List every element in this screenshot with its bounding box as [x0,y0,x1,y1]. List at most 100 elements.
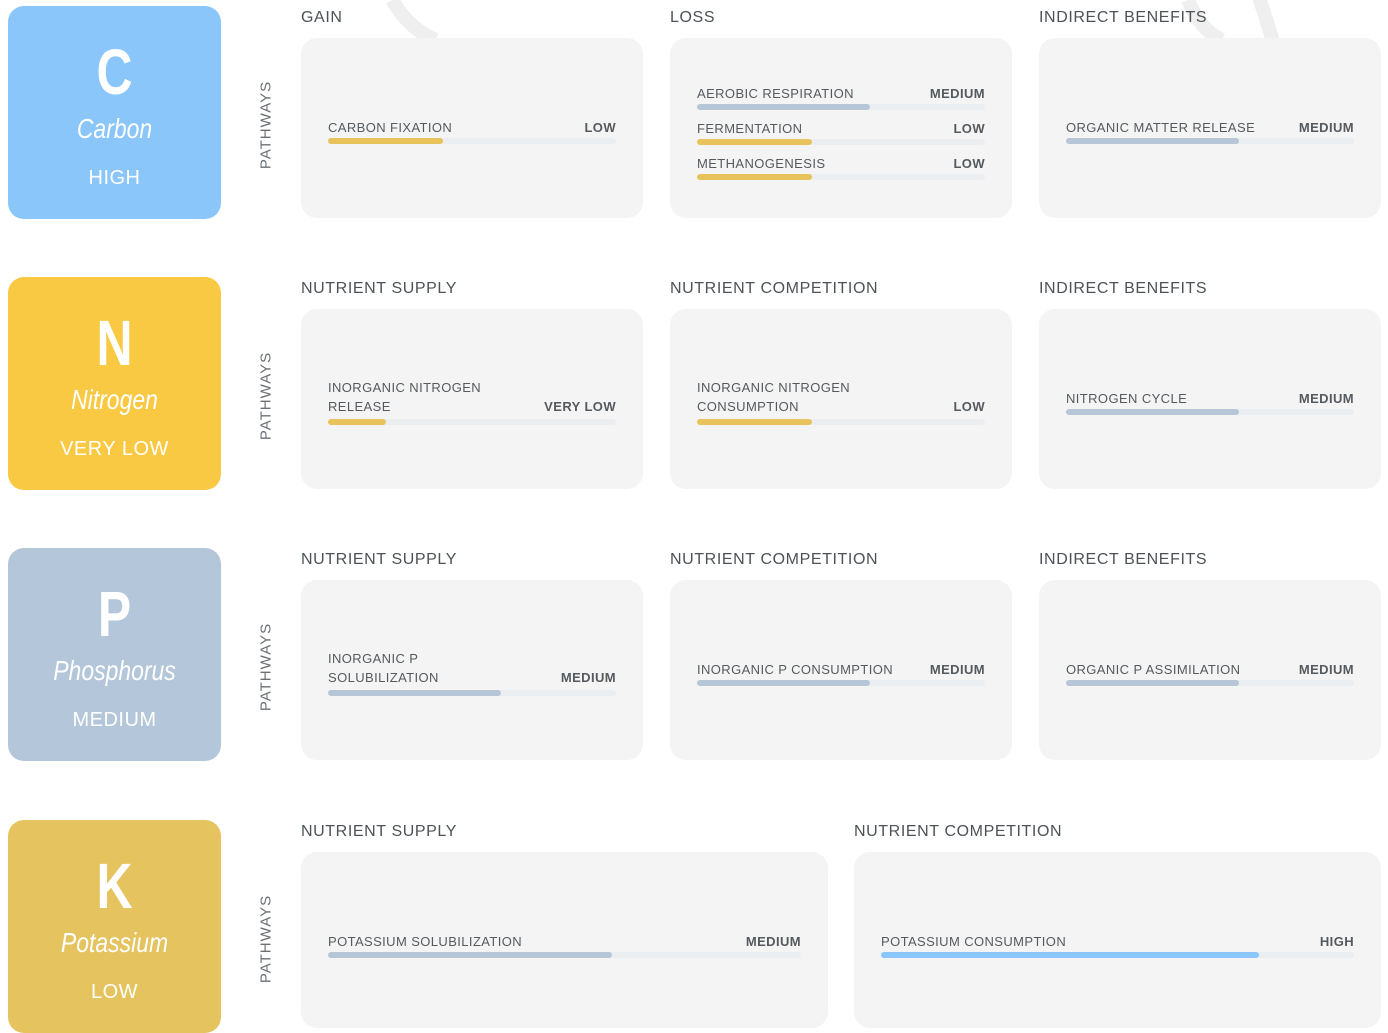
pathway-item-organic-p-assimilation[interactable]: ORGANIC P ASSIMILATION MEDIUM [1066,650,1354,686]
pathway-level: MEDIUM [929,662,985,677]
pathway-card-nutrient-supply: INORGANIC NITROGEN RELEASE VERY LOW [301,309,643,489]
pathway-level: MEDIUM [1298,662,1354,677]
element-level: VERY LOW [60,438,169,460]
pathway-label: AEROBIC RESPIRATION [697,86,854,101]
pathway-item-inorganic-nitrogen-consumption[interactable]: INORGANIC NITROGEN CONSUMPTION LOW [697,373,985,425]
pathway-level: LOW [953,399,985,414]
pathway-level: VERY LOW [544,399,616,414]
level-bar-track [328,690,616,696]
level-bar-track [328,419,616,425]
pathway-item-inorganic-p-solubilization[interactable]: INORGANIC P SOLUBILIZATION MEDIUM [328,644,616,696]
pathway-label: ORGANIC MATTER RELEASE [1066,120,1256,135]
level-bar-track [1066,409,1354,415]
nutrient-tile-nitrogen[interactable]: N Nitrogen VERY LOW [8,277,221,490]
pathway-card-nutrient-supply: INORGANIC P SOLUBILIZATION MEDIUM [301,580,643,760]
nutrient-row-carbon: C Carbon HIGH PATHWAYS GAIN CARBON FIXAT… [0,0,1388,219]
pathway-level: HIGH [1319,934,1354,949]
pathway-label: NITROGEN CYCLE [1066,391,1188,406]
pathway-item-nitrogen-cycle[interactable]: NITROGEN CYCLE MEDIUM [1066,379,1354,415]
pathway-item-aerobic-respiration[interactable]: AEROBIC RESPIRATION MEDIUM [697,74,985,110]
pathway-item-methanogenesis[interactable]: METHANOGENESIS LOW [697,144,985,180]
group-title-nutrient-supply: NUTRIENT SUPPLY [301,551,457,568]
group-title-indirect-benefits: INDIRECT BENEFITS [1039,551,1208,568]
group-title-nutrient-competition: NUTRIENT COMPETITION [670,551,879,568]
pathway-item-inorganic-nitrogen-release[interactable]: INORGANIC NITROGEN RELEASE VERY LOW [328,373,616,425]
level-bar-track [328,952,801,958]
level-bar-fill [697,174,813,180]
pathway-label: CARBON FIXATION [328,120,453,135]
level-bar-track [1066,680,1354,686]
level-bar-fill [328,690,501,696]
pathway-item-fermentation[interactable]: FERMENTATION LOW [697,109,985,145]
pathway-card-nutrient-supply: POTASSIUM SOLUBILIZATION MEDIUM [301,852,828,1028]
pathway-label: INORGANIC P SOLUBILIZATION [328,651,439,685]
group-title-nutrient-supply: NUTRIENT SUPPLY [301,823,457,840]
nutrient-row-phosphorus: P Phosphorus MEDIUM PATHWAYS NUTRIENT SU… [0,542,1388,761]
element-level: MEDIUM [72,709,157,731]
pathway-card-indirect-benefits: NITROGEN CYCLE MEDIUM [1039,309,1381,489]
level-bar-fill [328,138,444,144]
pathway-label: POTASSIUM SOLUBILIZATION [328,934,523,949]
pathways-label: PATHWAYS [257,622,275,712]
element-name: Nitrogen [71,384,158,415]
level-bar-fill [328,952,612,958]
group-title-loss: LOSS [670,9,716,26]
pathways-label: PATHWAYS [257,80,275,170]
pathway-item-potassium-consumption[interactable]: POTASSIUM CONSUMPTION HIGH [881,922,1354,958]
pathway-label: ORGANIC P ASSIMILATION [1066,662,1241,677]
pathway-card-gain: CARBON FIXATION LOW [301,38,643,218]
level-bar-track [1066,138,1354,144]
level-bar-fill [1066,138,1239,144]
level-bar-fill [1066,680,1239,686]
pathway-level: MEDIUM [560,670,616,685]
group-title-gain: GAIN [301,9,343,26]
element-name: Phosphorus [53,655,176,686]
group-title-indirect-benefits: INDIRECT BENEFITS [1039,9,1208,26]
group-title-nutrient-competition: NUTRIENT COMPETITION [670,280,879,297]
pathway-card-indirect-benefits: ORGANIC P ASSIMILATION MEDIUM [1039,580,1381,760]
pathway-item-potassium-solubilization[interactable]: POTASSIUM SOLUBILIZATION MEDIUM [328,922,801,958]
pathway-label: INORGANIC NITROGEN CONSUMPTION [697,380,851,414]
pathway-item-organic-matter-release[interactable]: ORGANIC MATTER RELEASE MEDIUM [1066,108,1354,144]
level-bar-fill [697,419,813,425]
nutrient-tile-potassium[interactable]: K Potassium LOW [8,820,221,1033]
pathway-card-loss: AEROBIC RESPIRATION MEDIUM FERMENTATION … [670,38,1012,218]
pathway-level: LOW [953,156,985,171]
level-bar-track [881,952,1354,958]
level-bar-track [697,174,985,180]
element-symbol: C [96,36,133,108]
pathway-label: INORGANIC NITROGEN RELEASE [328,380,482,414]
pathway-level: MEDIUM [1298,391,1354,406]
pathways-label: PATHWAYS [257,894,275,984]
element-symbol: N [96,307,133,379]
pathway-item-carbon-fixation[interactable]: CARBON FIXATION LOW [328,108,616,144]
pathway-card-nutrient-competition: POTASSIUM CONSUMPTION HIGH [854,852,1381,1028]
pathway-level: MEDIUM [745,934,801,949]
nutrient-row-potassium: K Potassium LOW PATHWAYS NUTRIENT SUPPLY… [0,814,1388,1033]
pathways-label: PATHWAYS [257,351,275,441]
level-bar-track [328,138,616,144]
nutrient-row-nitrogen: N Nitrogen VERY LOW PATHWAYS NUTRIENT SU… [0,271,1388,490]
pathway-label: FERMENTATION [697,121,803,136]
element-level: LOW [90,981,139,1003]
level-bar-fill [697,680,870,686]
element-name: Potassium [60,927,169,958]
pathway-label: METHANOGENESIS [697,156,826,171]
pathway-level: MEDIUM [929,86,985,101]
pathway-card-nutrient-competition: INORGANIC P CONSUMPTION MEDIUM [670,580,1012,760]
pathway-label: POTASSIUM CONSUMPTION [881,934,1067,949]
level-bar-fill [881,952,1260,958]
element-name: Carbon [76,113,153,144]
nutrient-tile-phosphorus[interactable]: P Phosphorus MEDIUM [8,548,221,761]
pathway-item-inorganic-p-consumption[interactable]: INORGANIC P CONSUMPTION MEDIUM [697,650,985,686]
pathway-level: MEDIUM [1298,120,1354,135]
pathway-card-nutrient-competition: INORGANIC NITROGEN CONSUMPTION LOW [670,309,1012,489]
level-bar-fill [1066,409,1239,415]
level-bar-track [697,680,985,686]
pathway-level: LOW [584,120,616,135]
element-symbol: K [96,850,133,922]
group-title-indirect-benefits: INDIRECT BENEFITS [1039,280,1208,297]
pathway-label: INORGANIC P CONSUMPTION [697,662,894,677]
nutrient-tile-carbon[interactable]: C Carbon HIGH [8,6,221,219]
group-title-nutrient-supply: NUTRIENT SUPPLY [301,280,457,297]
